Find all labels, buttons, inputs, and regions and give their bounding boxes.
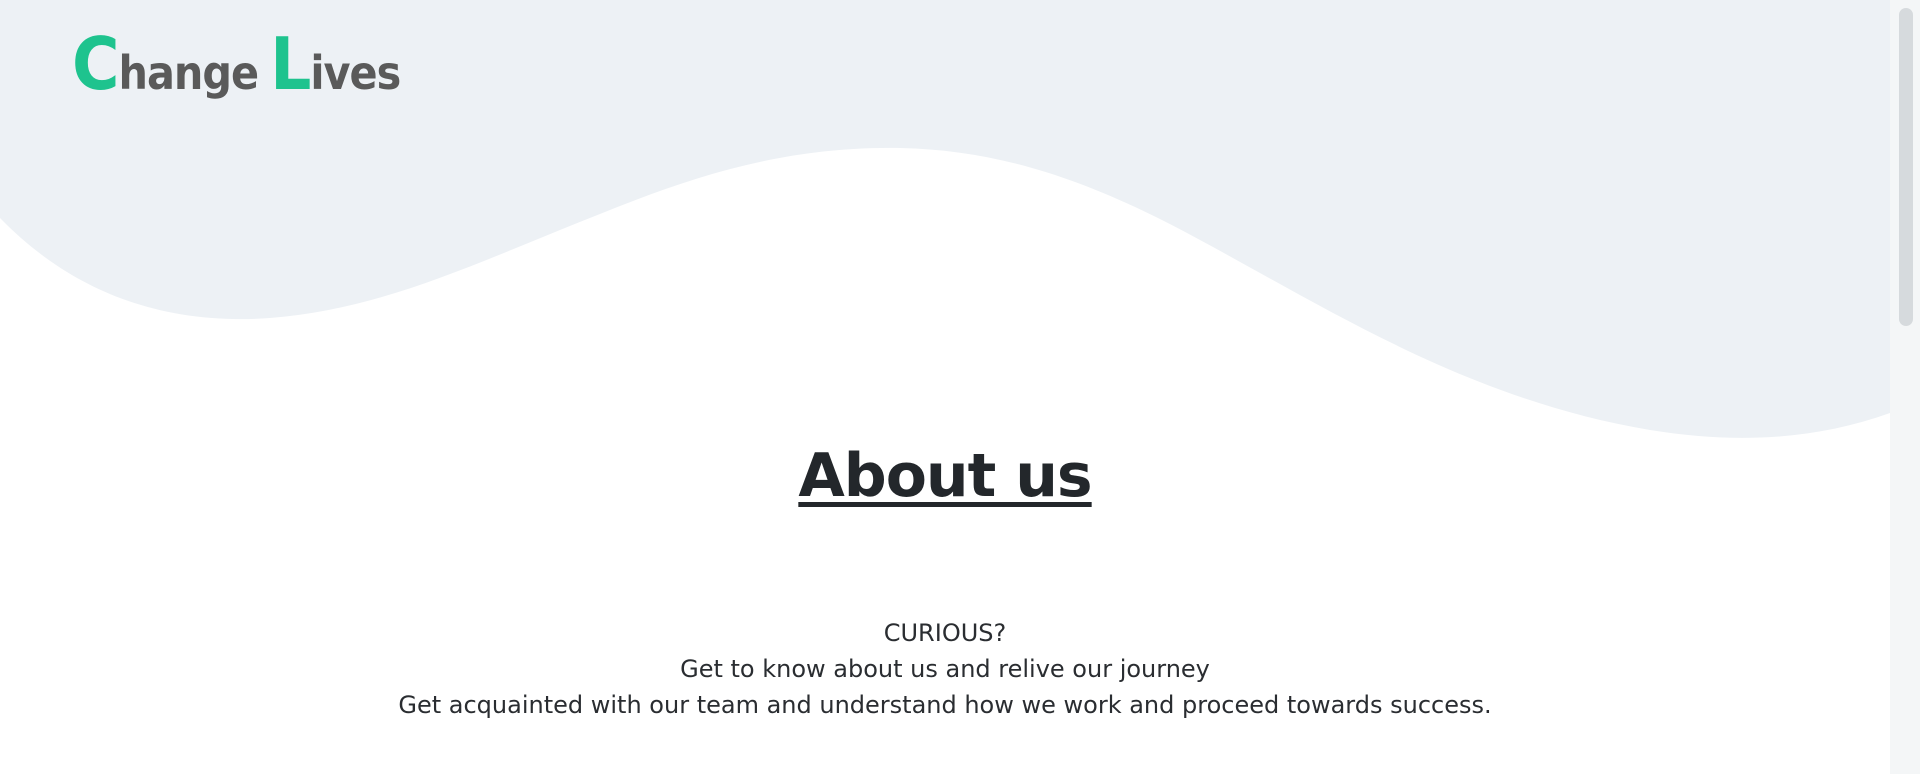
site-logo[interactable]: C hange L ives bbox=[72, 22, 401, 108]
logo-initial-l: L bbox=[270, 22, 311, 106]
logo-initial-c: C bbox=[72, 22, 120, 106]
page: C hange L ives About us CURIOUS? Get to … bbox=[0, 0, 1920, 774]
intro-line-team: Get acquainted with our team and underst… bbox=[398, 691, 1492, 719]
intro-line-curious: CURIOUS? bbox=[883, 619, 1007, 647]
logo-word-hange: hange bbox=[118, 46, 260, 100]
intro-text-block: CURIOUS? Get to know about us and relive… bbox=[0, 615, 1890, 723]
page-title: About us bbox=[0, 440, 1890, 512]
page-title-text: About us bbox=[798, 441, 1092, 511]
scrollbar-thumb[interactable] bbox=[1899, 8, 1913, 326]
vertical-scrollbar[interactable] bbox=[1890, 0, 1920, 774]
logo-word-ives: ives bbox=[310, 46, 401, 100]
intro-line-journey: Get to know about us and relive our jour… bbox=[680, 655, 1210, 683]
